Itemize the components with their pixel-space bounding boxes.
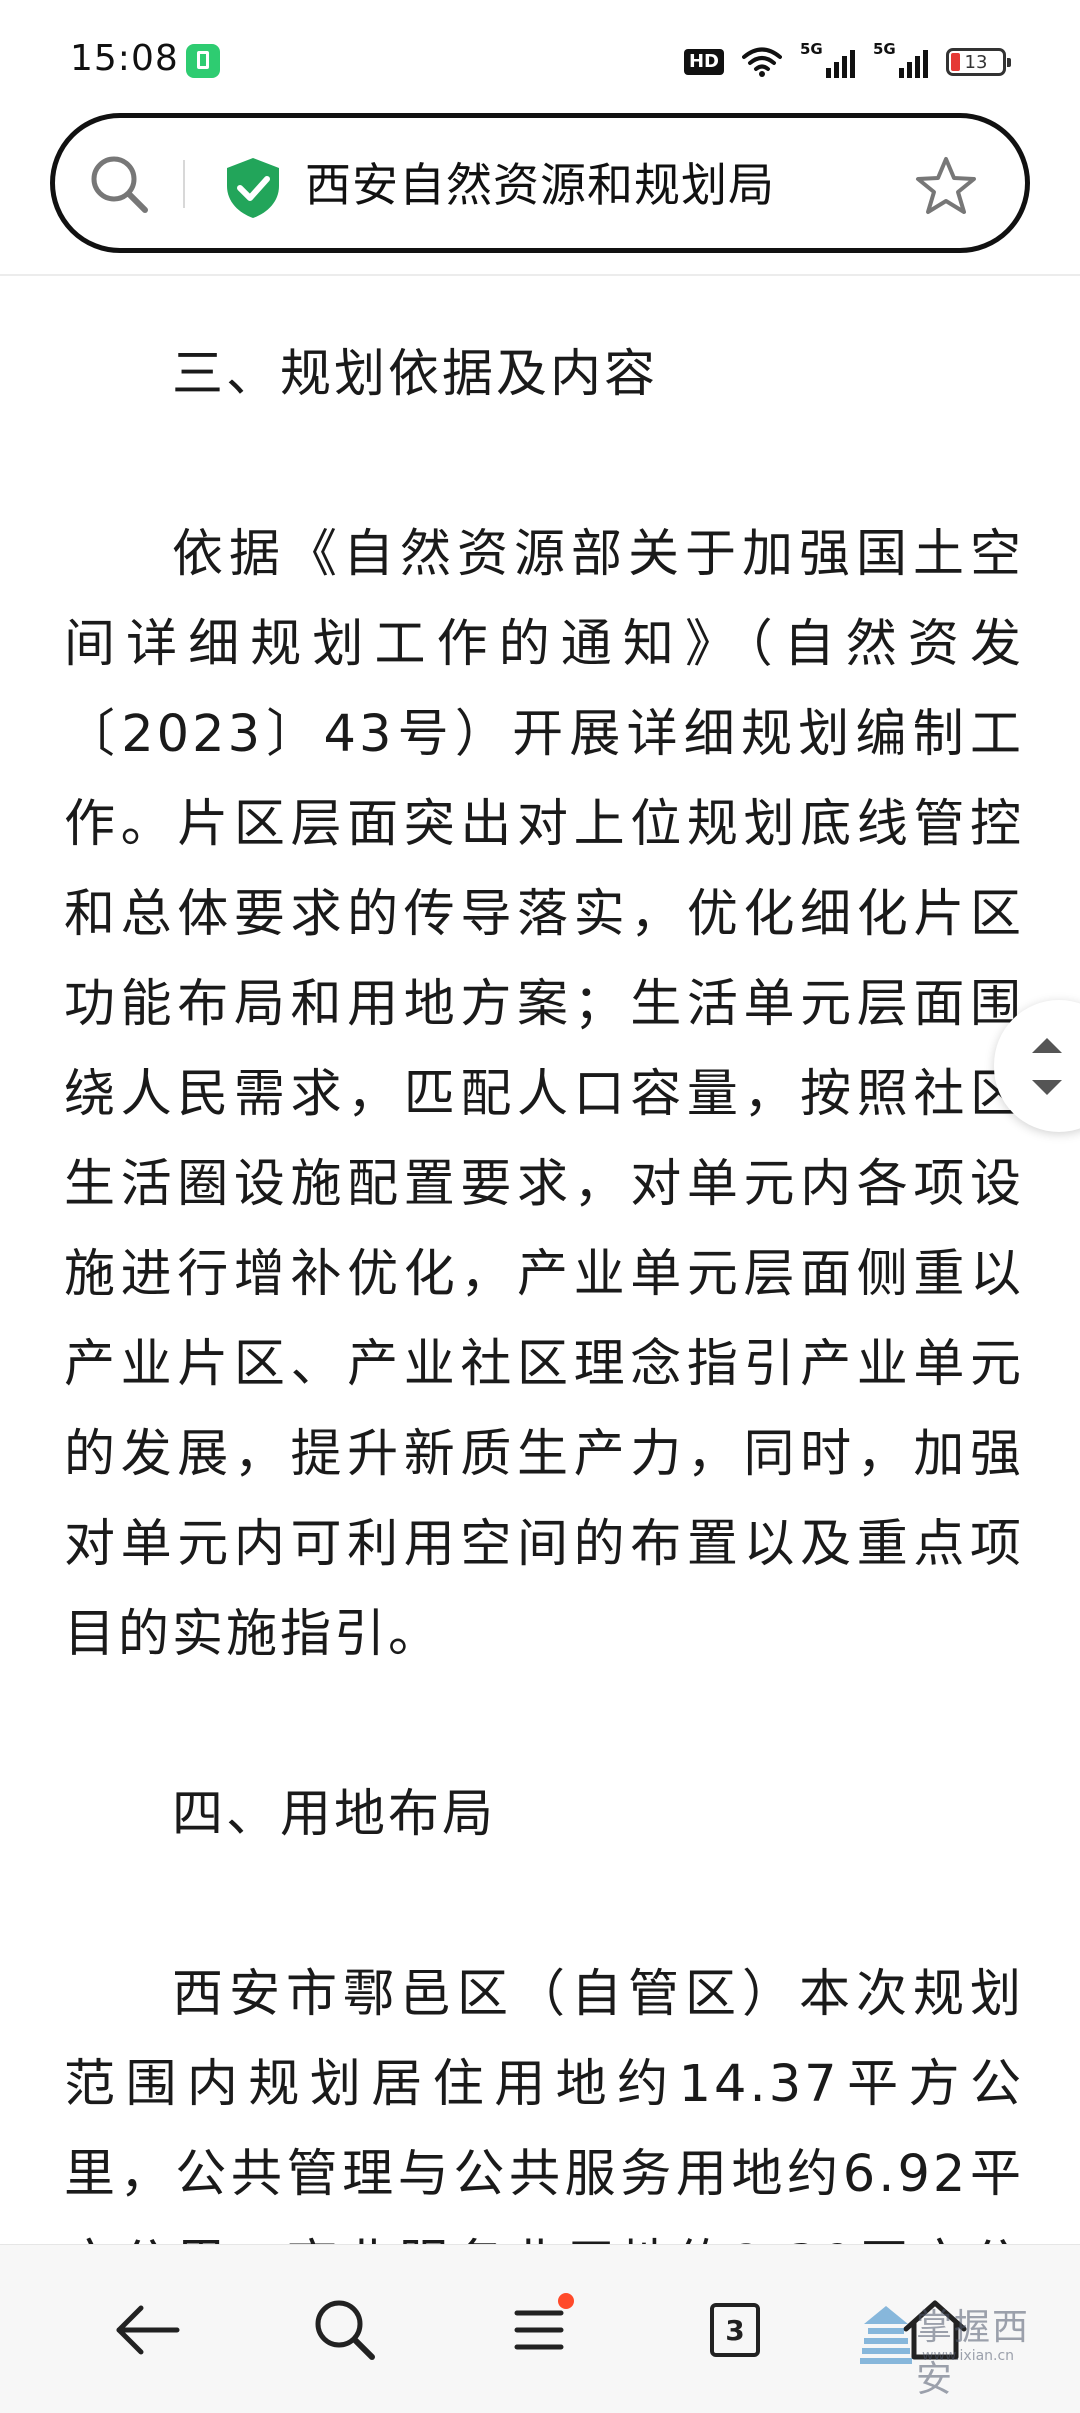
status-bar: 15:08 HD 5G 5G 13 bbox=[0, 0, 1080, 110]
wifi-icon bbox=[742, 47, 782, 77]
tab-count: 3 bbox=[710, 2303, 760, 2357]
back-button[interactable] bbox=[102, 2285, 192, 2375]
search-icon[interactable] bbox=[85, 150, 155, 220]
battery-icon: 13 bbox=[946, 48, 1011, 76]
signal-5g-icon-2: 5G bbox=[873, 40, 928, 78]
header-divider bbox=[0, 274, 1080, 276]
bookmark-star-icon[interactable] bbox=[913, 154, 979, 220]
section-paragraph-3: 依据《自然资源部关于加强国土空间详细规划工作的通知》（自然资发〔2023〕43号… bbox=[64, 525, 1024, 1664]
search-icon bbox=[315, 2300, 375, 2360]
address-divider bbox=[183, 160, 185, 208]
scroll-down-icon[interactable] bbox=[1032, 1080, 1062, 1095]
status-indicators: HD 5G 5G 13 bbox=[683, 40, 1011, 82]
arrow-left-icon bbox=[116, 2305, 180, 2355]
section-heading-4: 四、用地布局 bbox=[172, 1785, 497, 1844]
tabs-button[interactable]: 3 bbox=[690, 2285, 780, 2375]
signal-5g-icon-1: 5G bbox=[800, 40, 855, 78]
watermark: 掌握西安 www.ixian.cn bbox=[860, 2298, 1050, 2400]
scroll-up-icon[interactable] bbox=[1032, 1038, 1062, 1053]
menu-icon bbox=[514, 2310, 564, 2350]
watermark-url: www.ixian.cn bbox=[922, 2348, 1015, 2364]
section-heading-3: 三、规划依据及内容 bbox=[172, 345, 659, 404]
site-title[interactable]: 西安自然资源和规划局 bbox=[305, 152, 775, 218]
notification-dot bbox=[558, 2293, 574, 2309]
search-button[interactable] bbox=[300, 2285, 390, 2375]
menu-button[interactable] bbox=[494, 2285, 584, 2375]
battery-level: 13 bbox=[964, 51, 988, 73]
address-bar[interactable]: 西安自然资源和规划局 bbox=[50, 113, 1030, 253]
app-notification-icon bbox=[186, 44, 220, 78]
watermark-logo-icon bbox=[860, 2306, 912, 2364]
status-time: 15:08 bbox=[70, 38, 179, 79]
secure-shield-icon bbox=[227, 158, 279, 218]
hd-voice-icon: HD bbox=[683, 49, 724, 75]
article-body: 三、规划依据及内容 依据《自然资源部关于加强国土空间详细规划工作的通知》（自然资… bbox=[64, 330, 1024, 2400]
